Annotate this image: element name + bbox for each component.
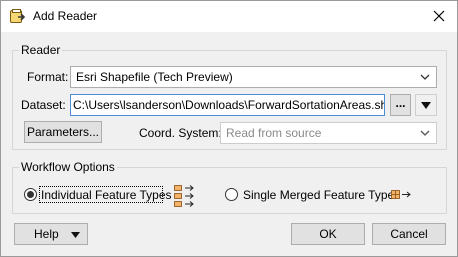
- cancel-label: Cancel: [390, 227, 428, 241]
- parameters-button[interactable]: Parameters...: [24, 121, 102, 143]
- add-reader-dialog: Add Reader Reader Format: Esri Shapefile…: [0, 0, 458, 257]
- reader-icon: [9, 8, 26, 24]
- individual-feature-types-label[interactable]: Individual Feature Types: [41, 188, 172, 202]
- single-merged-feature-type-icon: [391, 189, 413, 204]
- browse-button[interactable]: ...: [390, 94, 411, 116]
- coord-system-label: Coord. System:: [139, 126, 222, 140]
- single-merged-feature-type-radio[interactable]: [225, 188, 238, 201]
- close-button[interactable]: [425, 3, 453, 29]
- dataset-value-end: ForwardSortationAreas.shp: [247, 98, 385, 112]
- format-label: Format:: [27, 70, 69, 84]
- workflow-group-label: Workflow Options: [19, 160, 117, 174]
- parameters-label: Parameters...: [26, 125, 100, 139]
- dataset-label: Dataset:: [21, 98, 66, 112]
- format-value: Esri Shapefile (Tech Preview): [76, 70, 233, 84]
- chevron-down-icon: [420, 74, 430, 80]
- browse-label: ...: [395, 96, 406, 110]
- window-title: Add Reader: [33, 9, 98, 23]
- ok-button[interactable]: OK: [291, 223, 365, 245]
- dataset-input[interactable]: C:\Users\lsanderson\Downloads\ ForwardSor…: [70, 94, 385, 116]
- coord-system-select[interactable]: Read from source: [220, 122, 437, 144]
- close-icon: [433, 10, 445, 22]
- title-bar: Add Reader: [1, 1, 457, 32]
- cancel-button[interactable]: Cancel: [372, 223, 446, 245]
- triangle-down-icon: [421, 101, 431, 109]
- chevron-down-icon: [420, 130, 430, 136]
- single-merged-feature-type-label[interactable]: Single Merged Feature Type: [243, 188, 394, 202]
- help-label: Help: [34, 227, 59, 241]
- coord-system-value: Read from source: [226, 126, 322, 140]
- individual-feature-types-radio[interactable]: [24, 188, 37, 201]
- format-select[interactable]: Esri Shapefile (Tech Preview): [70, 66, 437, 88]
- reader-group-label: Reader: [19, 43, 63, 57]
- ok-label: OK: [319, 227, 337, 241]
- individual-feature-types-icon: [174, 184, 196, 211]
- dataset-value-start: C:\Users\lsanderson\Downloads\: [73, 98, 248, 112]
- dataset-dropdown-button[interactable]: [415, 94, 437, 116]
- help-button[interactable]: Help: [14, 223, 88, 245]
- triangle-down-icon: [71, 232, 80, 238]
